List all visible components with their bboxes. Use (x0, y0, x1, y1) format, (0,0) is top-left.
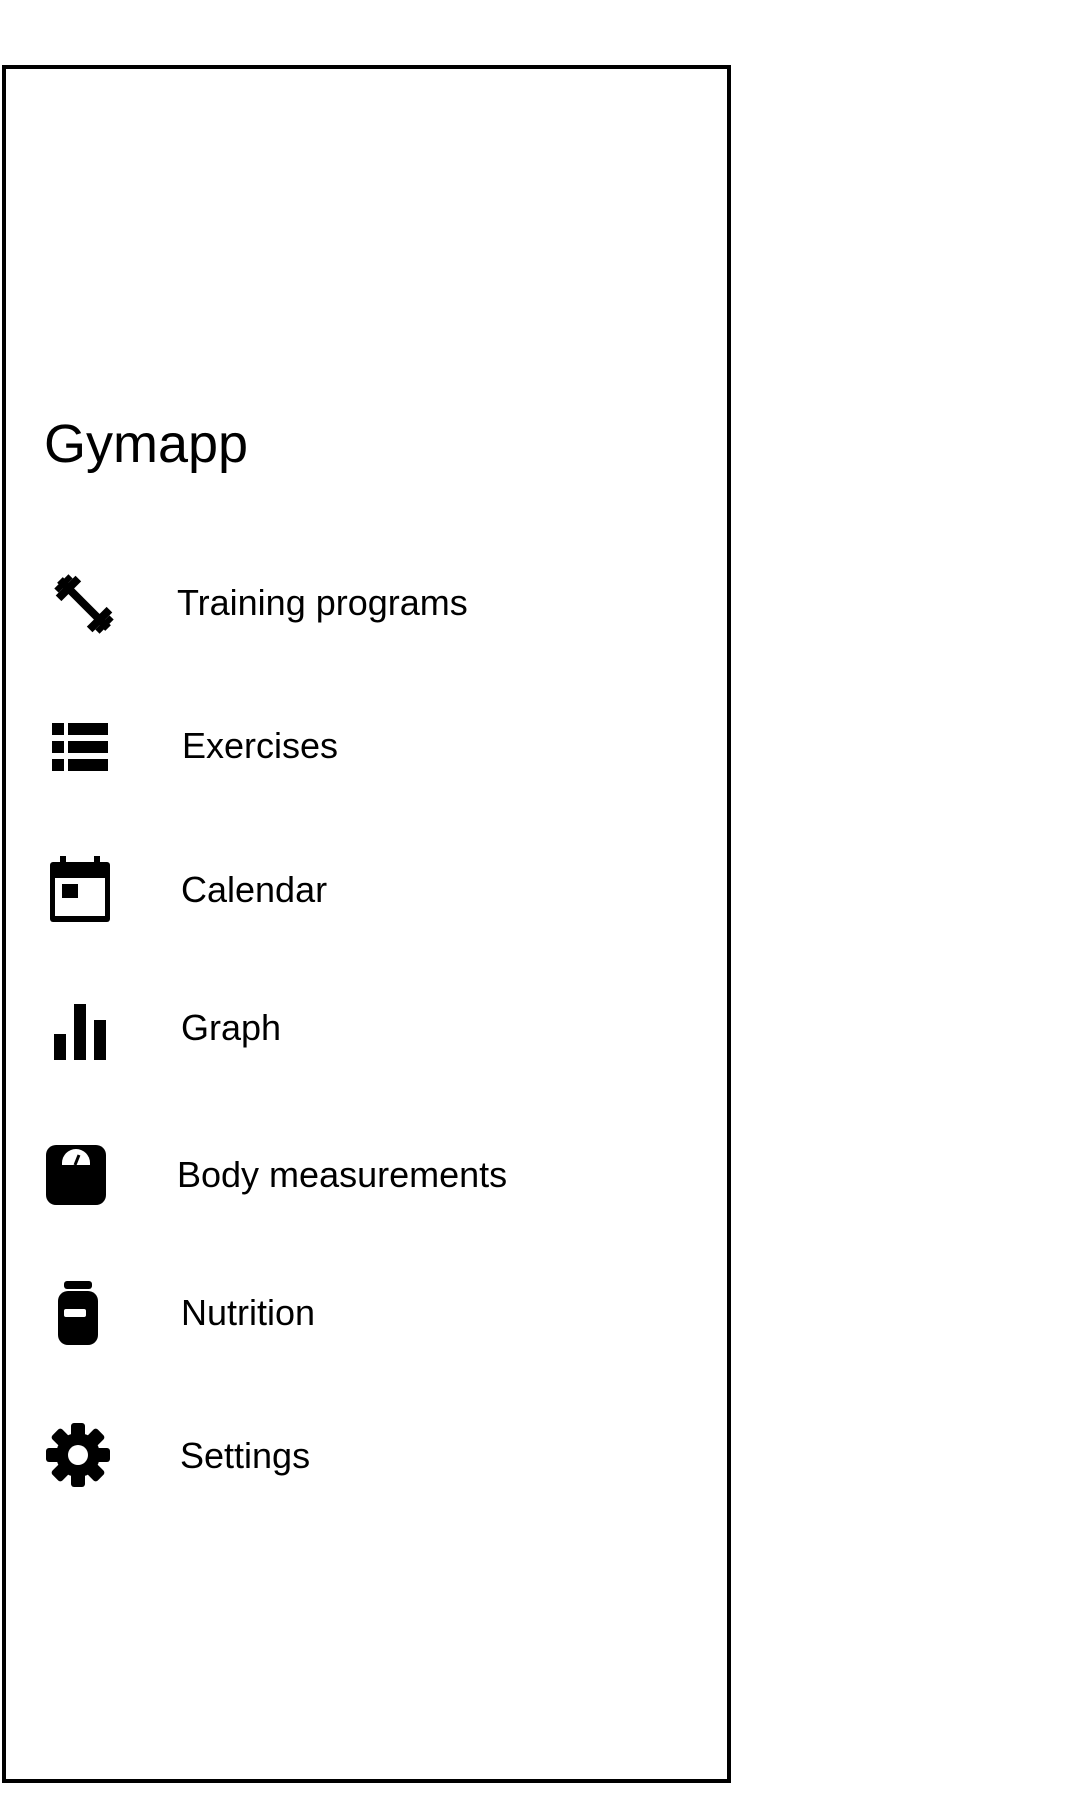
gear-icon (46, 1423, 110, 1487)
bar-chart-icon (54, 1004, 106, 1060)
nav-item-label: Exercises (182, 725, 339, 766)
supplement-jar-icon (56, 1281, 100, 1345)
nav-item-label: Calendar (181, 869, 328, 910)
nav-item-graph[interactable]: Graph (6, 1000, 726, 1110)
nav-item-label: Nutrition (181, 1292, 316, 1333)
nav-item-label: Body measurements (177, 1154, 508, 1195)
scale-icon (46, 1145, 106, 1205)
nav-item-label: Training programs (177, 582, 468, 623)
nav-item-body-measurements[interactable]: Body measurements (6, 1140, 726, 1250)
nav-item-label: Settings (180, 1435, 311, 1476)
app-title: Gymapp (44, 414, 249, 474)
nav-item-exercises[interactable]: Exercises (6, 710, 726, 820)
nav-item-settings[interactable]: Settings (6, 1422, 726, 1532)
nav-item-label: Graph (181, 1007, 282, 1048)
nav-item-training-programs[interactable]: Training programs (6, 564, 726, 674)
calendar-icon (50, 856, 110, 922)
nav-item-nutrition[interactable]: Nutrition (6, 1280, 726, 1390)
nav-item-calendar[interactable]: Calendar (6, 852, 726, 962)
list-icon (52, 723, 108, 771)
dumbbell-icon (44, 564, 124, 644)
